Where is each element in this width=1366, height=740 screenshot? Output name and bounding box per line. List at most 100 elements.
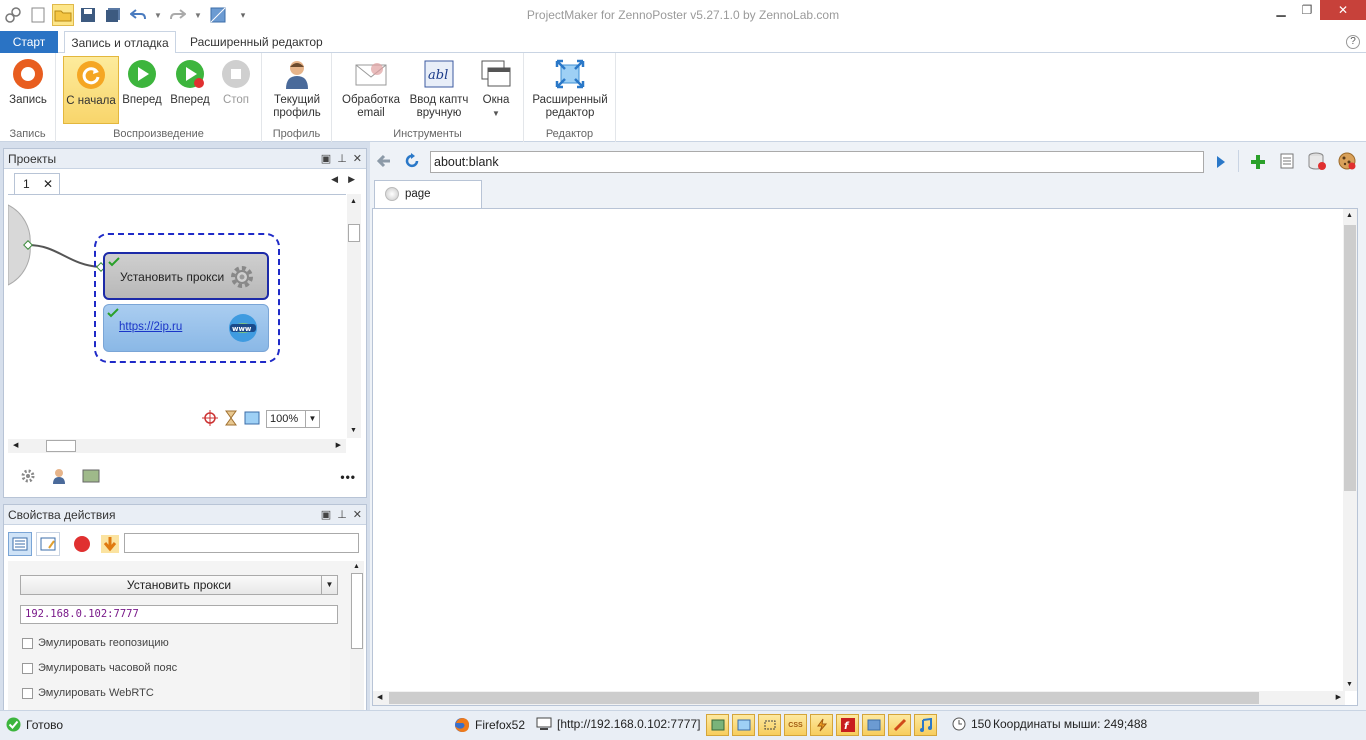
- selection-toggle-icon[interactable]: [758, 714, 781, 736]
- panel-close-icon[interactable]: ✕: [353, 149, 362, 169]
- minimize-button[interactable]: ▁: [1268, 0, 1294, 20]
- panel-pin-icon[interactable]: ⊥: [337, 505, 347, 525]
- settings-gear-icon[interactable]: [20, 468, 36, 487]
- cookie-icon[interactable]: [1338, 152, 1356, 173]
- checkbox-emulate-webrtc[interactable]: Эмулировать WebRTC: [22, 687, 154, 699]
- add-green-plus-icon[interactable]: [1250, 154, 1266, 173]
- project-tab[interactable]: 1 ✕: [14, 173, 60, 195]
- scroll-thumb[interactable]: [46, 440, 76, 452]
- breakpoint-button[interactable]: [70, 532, 94, 556]
- firefox-icon: [455, 718, 469, 732]
- scroll-up-icon[interactable]: ▲: [350, 198, 357, 205]
- properties-search-input[interactable]: [124, 533, 359, 553]
- current-profile-button[interactable]: Текущий профиль: [268, 56, 326, 122]
- manual-captcha-button[interactable]: abl Ввод каптч вручную: [406, 56, 472, 122]
- viewport-vertical-scrollbar[interactable]: ▲ ▼: [1343, 209, 1357, 691]
- go-arrow-icon[interactable]: [1216, 155, 1226, 172]
- tab-start[interactable]: Старт: [0, 31, 58, 53]
- chevron-down-icon[interactable]: ▼: [305, 411, 319, 427]
- scroll-right-icon[interactable]: ▶: [1336, 693, 1341, 701]
- run-forward-button[interactable]: Вперед: [168, 56, 212, 122]
- css-toggle-icon[interactable]: CSS: [784, 714, 807, 736]
- scroll-thumb[interactable]: [1344, 225, 1356, 491]
- chevron-down-icon[interactable]: ▼: [321, 576, 337, 594]
- checkbox[interactable]: [22, 637, 33, 649]
- plugins-toggle-icon[interactable]: [888, 714, 911, 736]
- profile-person-icon[interactable]: [52, 468, 66, 487]
- scroll-right-icon[interactable]: ▶: [336, 441, 341, 449]
- tab-scroll-left-icon[interactable]: ◀: [331, 174, 338, 185]
- tab-advanced-editor[interactable]: Расширенный редактор: [180, 31, 333, 53]
- help-icon[interactable]: ?: [1346, 35, 1360, 49]
- email-processing-button[interactable]: Обработка email: [340, 56, 402, 122]
- stop-button[interactable]: Стоп: [216, 56, 256, 122]
- action-node-navigate-url[interactable]: https://2ip.ru www: [103, 304, 269, 352]
- url-address-input[interactable]: about:blank: [430, 151, 1204, 173]
- popups-toggle-icon[interactable]: [862, 714, 885, 736]
- properties-view-button[interactable]: [8, 532, 32, 556]
- image-toggle-icon[interactable]: [706, 714, 729, 736]
- tab-scroll-right-icon[interactable]: ▶: [348, 174, 355, 185]
- windows-label: Окна: [482, 94, 510, 106]
- properties-vertical-scrollbar[interactable]: ▲ ▼: [350, 561, 364, 733]
- database-icon[interactable]: [1308, 152, 1326, 173]
- zoom-level-select[interactable]: 100% ▼: [266, 410, 320, 428]
- canvas-vertical-scrollbar[interactable]: ▲ ▼: [347, 194, 361, 438]
- checkbox-emulate-timezone[interactable]: Эмулировать часовой пояс: [22, 662, 177, 674]
- checkbox[interactable]: [22, 662, 33, 674]
- canvas-horizontal-scrollbar[interactable]: ◀ ▶: [8, 439, 346, 453]
- scroll-thumb[interactable]: [351, 573, 363, 649]
- frames-toggle-icon[interactable]: [732, 714, 755, 736]
- browser-tab-page[interactable]: page: [374, 180, 482, 208]
- refresh-icon[interactable]: [404, 153, 420, 172]
- status-proxy[interactable]: [http://192.168.0.102:7777]: [536, 717, 700, 731]
- advanced-editor-button[interactable]: Расширенный редактор: [532, 56, 608, 122]
- browser-viewport[interactable]: ▲ ▼ ◀ ▶: [372, 208, 1358, 706]
- scroll-left-icon[interactable]: ◀: [13, 441, 18, 449]
- check-circle-icon: [6, 717, 21, 732]
- scroll-thumb[interactable]: [389, 692, 1259, 704]
- from-start-button[interactable]: С начала: [63, 56, 119, 124]
- flash-toggle-icon[interactable]: f: [836, 714, 859, 736]
- sound-toggle-icon[interactable]: [914, 714, 937, 736]
- center-view-icon[interactable]: [202, 409, 218, 429]
- scroll-up-icon[interactable]: ▲: [353, 563, 360, 570]
- close-button[interactable]: ✕: [1320, 0, 1366, 20]
- step-forward-button[interactable]: Вперед: [120, 56, 164, 122]
- browser-nav-bar: about:blank: [370, 142, 1366, 180]
- scroll-left-icon[interactable]: ◀: [377, 693, 382, 701]
- checkbox[interactable]: [22, 687, 33, 699]
- more-options-icon[interactable]: •••: [340, 470, 356, 484]
- javascript-toggle-icon[interactable]: [810, 714, 833, 736]
- panel-restore-icon[interactable]: ▣: [321, 149, 331, 169]
- windows-button[interactable]: Окна ▼: [476, 56, 516, 122]
- proxy-address-input[interactable]: 192.168.0.102:7777: [20, 605, 338, 624]
- toolbar-divider: [1238, 150, 1239, 172]
- back-arrow-icon[interactable]: [376, 153, 392, 172]
- checkbox-emulate-geolocation[interactable]: Эмулировать геопозицию: [22, 637, 169, 649]
- image-icon[interactable]: [82, 469, 100, 486]
- action-node-url-link[interactable]: https://2ip.ru: [119, 321, 182, 333]
- tab-record-debug[interactable]: Запись и отладка: [64, 31, 176, 54]
- panel-restore-icon[interactable]: ▣: [321, 505, 331, 525]
- maximize-button[interactable]: ❐: [1294, 0, 1320, 20]
- close-tab-icon[interactable]: ✕: [43, 174, 53, 194]
- notes-page-icon[interactable]: [1280, 153, 1294, 172]
- hourglass-icon[interactable]: [224, 410, 238, 429]
- scroll-thumb[interactable]: [348, 224, 360, 242]
- scroll-up-icon[interactable]: ▲: [1346, 212, 1353, 219]
- action-type-select[interactable]: Установить прокси ▼: [20, 575, 338, 595]
- viewport-horizontal-scrollbar[interactable]: ◀ ▶: [373, 691, 1345, 705]
- move-down-button[interactable]: [98, 532, 122, 556]
- panel-pin-icon[interactable]: ⊥: [337, 149, 347, 169]
- scroll-down-icon[interactable]: ▼: [1346, 681, 1353, 688]
- scroll-down-icon[interactable]: ▼: [350, 427, 357, 434]
- minimap-icon[interactable]: [244, 411, 260, 428]
- project-canvas[interactable]: Установить прокси https://2ip.ru www: [8, 194, 346, 438]
- status-mouse-coords: Координаты мыши: 249;488: [993, 717, 1147, 731]
- status-browser[interactable]: Firefox52: [454, 717, 525, 733]
- record-button[interactable]: Запись: [4, 56, 52, 122]
- panel-close-icon[interactable]: ✕: [353, 505, 362, 525]
- action-node-set-proxy[interactable]: Установить прокси: [103, 252, 269, 300]
- edit-properties-button[interactable]: [36, 532, 60, 556]
